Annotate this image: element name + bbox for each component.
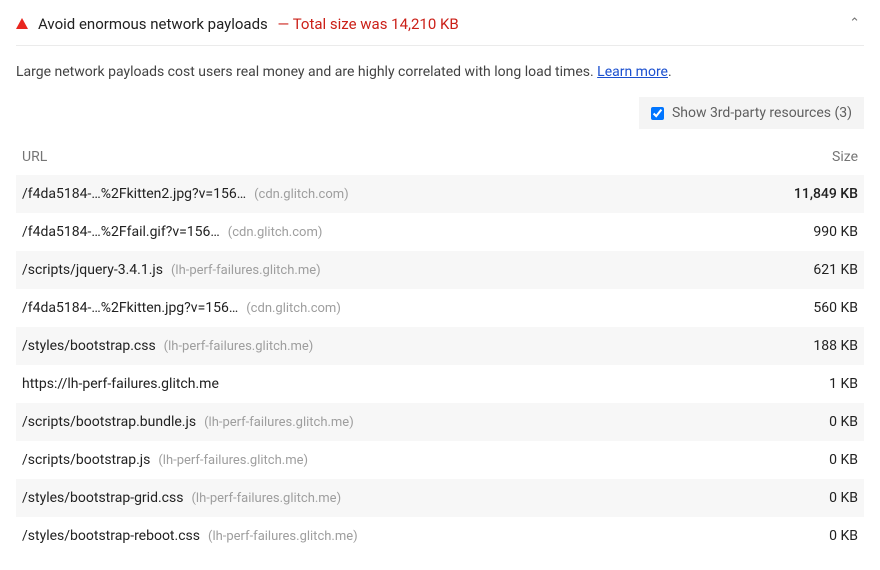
url-host: (lh-perf-failures.glitch.me) (158, 453, 308, 468)
table-row: /styles/bootstrap.css (lh-perf-failures.g… (16, 327, 864, 365)
url-host: (cdn.glitch.com) (228, 225, 323, 240)
column-size-header: Size (768, 149, 858, 165)
url-path: /f4da5184-…%2Fkitten.jpg?v=156… (22, 300, 238, 316)
table-row: /scripts/bootstrap.js (lh-perf-failures.g… (16, 441, 864, 479)
row-url-cell[interactable]: /styles/bootstrap-reboot.css (lh-perf-fai… (22, 528, 768, 544)
row-size: 0 KB (768, 452, 858, 468)
learn-more-link[interactable]: Learn more (597, 64, 668, 80)
url-host: (lh-perf-failures.glitch.me) (208, 529, 358, 544)
row-url-cell[interactable]: /f4da5184-…%2Ffail.gif?v=156… (cdn.glitch… (22, 224, 768, 240)
url-path: /scripts/bootstrap.js (22, 452, 150, 468)
metric-text: Total size was 14,210 KB (293, 15, 459, 33)
url-host: (lh-perf-failures.glitch.me) (164, 339, 314, 354)
row-url-cell[interactable]: /f4da5184-…%2Fkitten.jpg?v=156… (cdn.glit… (22, 300, 768, 316)
audit-description: Large network payloads cost users real m… (16, 46, 864, 97)
url-path: /styles/bootstrap-reboot.css (22, 528, 200, 544)
metric-dash: — (278, 15, 290, 33)
row-url-cell[interactable]: https://lh-perf-failures.glitch.me (22, 376, 768, 392)
row-size: 1 KB (768, 376, 858, 392)
third-party-checkbox[interactable] (651, 107, 664, 120)
table-body: /f4da5184-…%2Fkitten2.jpg?v=156… (cdn.gli… (16, 175, 864, 555)
url-host: (lh-perf-failures.glitch.me) (191, 491, 341, 506)
row-url-cell[interactable]: /styles/bootstrap.css (lh-perf-failures.g… (22, 338, 768, 354)
audit-metric: — Total size was 14,210 KB (274, 15, 459, 33)
column-url-header: URL (22, 149, 768, 165)
table-row: https://lh-perf-failures.glitch.me 1 KB (16, 365, 864, 403)
row-size: 0 KB (768, 490, 858, 506)
table-row: /f4da5184-…%2Ffail.gif?v=156… (cdn.glitch… (16, 213, 864, 251)
row-size: 990 KB (768, 224, 858, 240)
url-path: /f4da5184-…%2Fkitten2.jpg?v=156… (22, 186, 246, 202)
url-host: (lh-perf-failures.glitch.me) (171, 263, 321, 278)
collapse-chevron-icon[interactable]: ⌃ (845, 12, 864, 35)
third-party-toggle[interactable]: Show 3rd-party resources (3) (639, 97, 864, 129)
url-path: /scripts/bootstrap.bundle.js (22, 414, 196, 430)
table-row: /f4da5184-…%2Fkitten2.jpg?v=156… (cdn.gli… (16, 175, 864, 213)
warning-triangle-icon (16, 18, 28, 29)
table-header: URL Size (16, 139, 864, 175)
row-size: 0 KB (768, 528, 858, 544)
url-path: https://lh-perf-failures.glitch.me (22, 376, 219, 392)
row-url-cell[interactable]: /scripts/jquery-3.4.1.js (lh-perf-failure… (22, 262, 768, 278)
audit-header[interactable]: Avoid enormous network payloads — Total … (16, 0, 864, 46)
url-host: (cdn.glitch.com) (246, 301, 341, 316)
row-url-cell[interactable]: /scripts/bootstrap.js (lh-perf-failures.g… (22, 452, 768, 468)
row-url-cell[interactable]: /scripts/bootstrap.bundle.js (lh-perf-fai… (22, 414, 768, 430)
table-row: /f4da5184-…%2Fkitten.jpg?v=156… (cdn.glit… (16, 289, 864, 327)
row-size: 621 KB (768, 262, 858, 278)
row-size: 188 KB (768, 338, 858, 354)
row-url-cell[interactable]: /styles/bootstrap-grid.css (lh-perf-failu… (22, 490, 768, 506)
table-row: /scripts/bootstrap.bundle.js (lh-perf-fai… (16, 403, 864, 441)
audit-panel: Avoid enormous network payloads — Total … (0, 0, 880, 555)
url-path: /scripts/jquery-3.4.1.js (22, 262, 163, 278)
row-url-cell[interactable]: /f4da5184-…%2Fkitten2.jpg?v=156… (cdn.gli… (22, 186, 768, 202)
description-text: Large network payloads cost users real m… (16, 64, 594, 80)
url-host: (cdn.glitch.com) (254, 187, 349, 202)
table-row: /styles/bootstrap-grid.css (lh-perf-failu… (16, 479, 864, 517)
audit-title: Avoid enormous network payloads (38, 15, 268, 33)
table-row: /styles/bootstrap-reboot.css (lh-perf-fai… (16, 517, 864, 555)
row-size: 0 KB (768, 414, 858, 430)
url-path: /f4da5184-…%2Ffail.gif?v=156… (22, 224, 220, 240)
url-host: (lh-perf-failures.glitch.me) (204, 415, 354, 430)
row-size: 11,849 KB (768, 186, 858, 202)
url-path: /styles/bootstrap-grid.css (22, 490, 183, 506)
table-row: /scripts/jquery-3.4.1.js (lh-perf-failure… (16, 251, 864, 289)
third-party-label: Show 3rd-party resources (3) (672, 105, 852, 121)
third-party-toggle-wrap: Show 3rd-party resources (3) (16, 97, 864, 139)
row-size: 560 KB (768, 300, 858, 316)
url-path: /styles/bootstrap.css (22, 338, 156, 354)
